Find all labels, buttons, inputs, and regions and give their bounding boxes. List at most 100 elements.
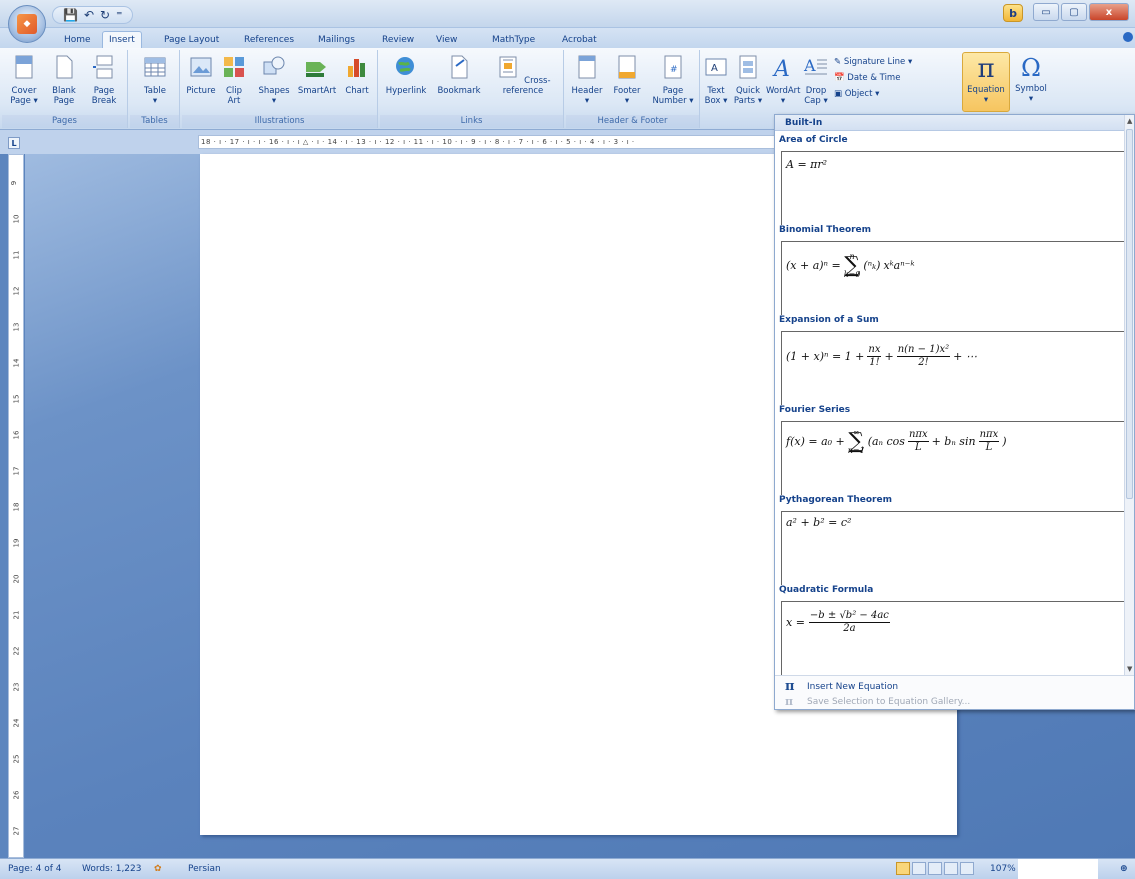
office-logo-icon: ◆ xyxy=(17,14,37,34)
minimize-button[interactable]: ▭ xyxy=(1033,3,1059,21)
zoom-level[interactable]: 107% xyxy=(990,864,1016,874)
redo-icon[interactable]: ↻ xyxy=(100,8,110,22)
tab-mathtype[interactable]: MathType xyxy=(486,32,541,48)
undo-icon[interactable]: ↶ xyxy=(84,8,94,22)
fraction: −b ± √b² − 4ac 2a xyxy=(808,610,890,635)
chart-label: Chart xyxy=(345,86,369,96)
tab-selector[interactable]: L xyxy=(8,137,20,149)
vertical-ruler[interactable]: 9 10 11 12 13 14 15 16 17 18 19 20 21 22… xyxy=(8,154,24,858)
language-indicator[interactable]: Persian xyxy=(188,864,221,874)
cross-reference-button[interactable]: Cross-reference xyxy=(484,54,562,96)
gallery-scrollbar[interactable]: ▲ ▼ xyxy=(1124,115,1134,675)
scroll-down-icon[interactable]: ▼ xyxy=(1127,665,1132,673)
blank-page-button[interactable]: Blank Page xyxy=(46,54,82,106)
footer-button[interactable]: Footer ▾ xyxy=(608,54,646,106)
equation-button[interactable]: π Equation ▾ xyxy=(962,52,1010,112)
table-button[interactable]: Table ▾ xyxy=(136,54,174,106)
restore-button[interactable]: ▢ xyxy=(1061,3,1087,21)
group-illustrations-label: Illustrations xyxy=(182,115,377,128)
equation-preview[interactable]: (x + a)ⁿ = n ∑ k=0 (ⁿₖ) xᵏaⁿ⁻ᵏ xyxy=(781,241,1125,315)
chart-button[interactable]: Chart xyxy=(340,54,374,96)
tab-page-layout[interactable]: Page Layout xyxy=(158,32,225,48)
page-break-button[interactable]: Page Break xyxy=(84,54,124,106)
formula-area: A = πr² xyxy=(786,158,828,171)
wordart-button[interactable]: A WordArt ▾ xyxy=(766,54,801,106)
smartart-icon xyxy=(306,62,326,77)
page-count[interactable]: Page: 4 of 4 xyxy=(8,864,62,874)
equation-preview[interactable]: (1 + x)ⁿ = 1 + nx 1! + n(n − 1)x² 2! + ⋯ xyxy=(781,331,1125,405)
sum-lower: n=1 xyxy=(847,446,865,455)
object-button[interactable]: ▣ Object ▾ xyxy=(834,86,912,102)
tab-review[interactable]: Review xyxy=(376,32,420,48)
signature-line-button[interactable]: ✎ Signature Line ▾ xyxy=(834,54,912,70)
quick-parts-button[interactable]: Quick Parts ▾ xyxy=(732,54,764,106)
formula-part: xᵏaⁿ⁻ᵏ xyxy=(883,259,915,272)
drop-cap-icon: A xyxy=(803,56,827,75)
print-layout-view-icon[interactable] xyxy=(896,862,910,875)
zoom-in-icon[interactable]: ⊕ xyxy=(1120,864,1128,874)
fraction-denominator: L xyxy=(985,442,993,453)
equation-preview[interactable]: f(x) = a₀ + ∞ ∑ n=1 (aₙ cos nπx L + bₙ si… xyxy=(781,421,1125,495)
tab-home[interactable]: Home xyxy=(58,32,97,48)
proofing-icon[interactable]: ✿ xyxy=(154,864,162,874)
tab-acrobat[interactable]: Acrobat xyxy=(556,32,603,48)
group-pages: Cover Page ▾ Blank Page Page Break Pages xyxy=(2,50,128,128)
tab-view[interactable]: View xyxy=(430,32,463,48)
bing-icon[interactable]: b xyxy=(1003,4,1023,22)
equation-preview[interactable]: x = −b ± √b² − 4ac 2a xyxy=(781,601,1125,675)
vruler-label: 10 xyxy=(12,214,21,224)
footer-label: Footer xyxy=(613,86,641,96)
word-count[interactable]: Words: 1,223 xyxy=(82,864,141,874)
office-button[interactable]: ◆ xyxy=(8,5,46,43)
page-number-button[interactable]: # Page Number ▾ xyxy=(650,54,696,106)
full-screen-view-icon[interactable] xyxy=(912,862,926,875)
date-time-button[interactable]: 📅 Date & Time xyxy=(834,70,912,86)
zoom-slider[interactable] xyxy=(1018,859,1098,879)
pi-icon: π xyxy=(785,679,795,694)
shapes-button[interactable]: Shapes ▾ xyxy=(254,54,294,106)
title-bar: 💾 ↶ ↻ ⁼ b ▭ ▢ x xyxy=(0,0,1135,28)
tab-mailings[interactable]: Mailings xyxy=(312,32,361,48)
vruler-label: 13 xyxy=(12,322,21,332)
text-box-icon: A xyxy=(705,58,727,76)
tab-insert[interactable]: Insert xyxy=(102,31,142,49)
clip-art-button[interactable]: Clip Art xyxy=(220,54,248,106)
text-box-button[interactable]: A Text Box ▾ xyxy=(702,54,730,106)
table-icon xyxy=(144,57,166,77)
web-layout-view-icon[interactable] xyxy=(928,862,942,875)
equation-preview[interactable]: A = πr² xyxy=(781,151,1125,225)
bookmark-button[interactable]: Bookmark xyxy=(434,54,484,96)
bookmark-icon xyxy=(451,55,468,79)
insert-new-equation-item[interactable]: π Insert New Equation xyxy=(785,679,898,694)
signature-line-label: Signature Line ▾ xyxy=(843,57,913,67)
view-buttons xyxy=(896,862,974,875)
tab-references[interactable]: References xyxy=(238,32,300,48)
gallery-footer: π Insert New Equation π Save Selection t… xyxy=(775,675,1134,709)
customize-icon[interactable]: ⁼ xyxy=(116,8,122,22)
scroll-up-icon[interactable]: ▲ xyxy=(1127,117,1132,125)
cover-page-button[interactable]: Cover Page ▾ xyxy=(6,54,42,106)
picture-button[interactable]: Picture xyxy=(184,54,218,96)
close-button[interactable]: x xyxy=(1089,3,1129,21)
draft-view-icon[interactable] xyxy=(960,862,974,875)
drop-cap-button[interactable]: A Drop Cap ▾ xyxy=(802,54,830,106)
outline-view-icon[interactable] xyxy=(944,862,958,875)
scrollbar-thumb[interactable] xyxy=(1126,129,1133,499)
help-icon[interactable] xyxy=(1123,32,1133,42)
equation-preview[interactable]: a² + b² = c² xyxy=(781,511,1125,585)
group-illustrations: Picture Clip Art Shapes ▾ SmartArt Chart … xyxy=(182,50,378,128)
formula-expansion: (1 + x)ⁿ = 1 + nx 1! + n(n − 1)x² 2! + ⋯ xyxy=(786,344,977,369)
group-links-label: Links xyxy=(380,115,563,128)
smartart-button[interactable]: SmartArt xyxy=(296,54,338,96)
hyperlink-button[interactable]: Hyperlink xyxy=(380,54,432,96)
cover-page-label: Cover Page ▾ xyxy=(10,86,38,106)
save-selection-label: Save Selection to Equation Gallery... xyxy=(807,696,971,707)
group-tables-label: Tables xyxy=(130,115,179,128)
save-icon[interactable]: 💾 xyxy=(63,8,78,22)
hyperlink-icon xyxy=(396,57,414,75)
header-button[interactable]: Header ▾ xyxy=(568,54,606,106)
hyperlink-label: Hyperlink xyxy=(385,86,427,96)
save-selection-item[interactable]: π Save Selection to Equation Gallery... xyxy=(785,695,970,708)
symbol-button[interactable]: Ω Symbol ▾ xyxy=(1012,52,1050,112)
page-break-icon xyxy=(93,55,113,79)
